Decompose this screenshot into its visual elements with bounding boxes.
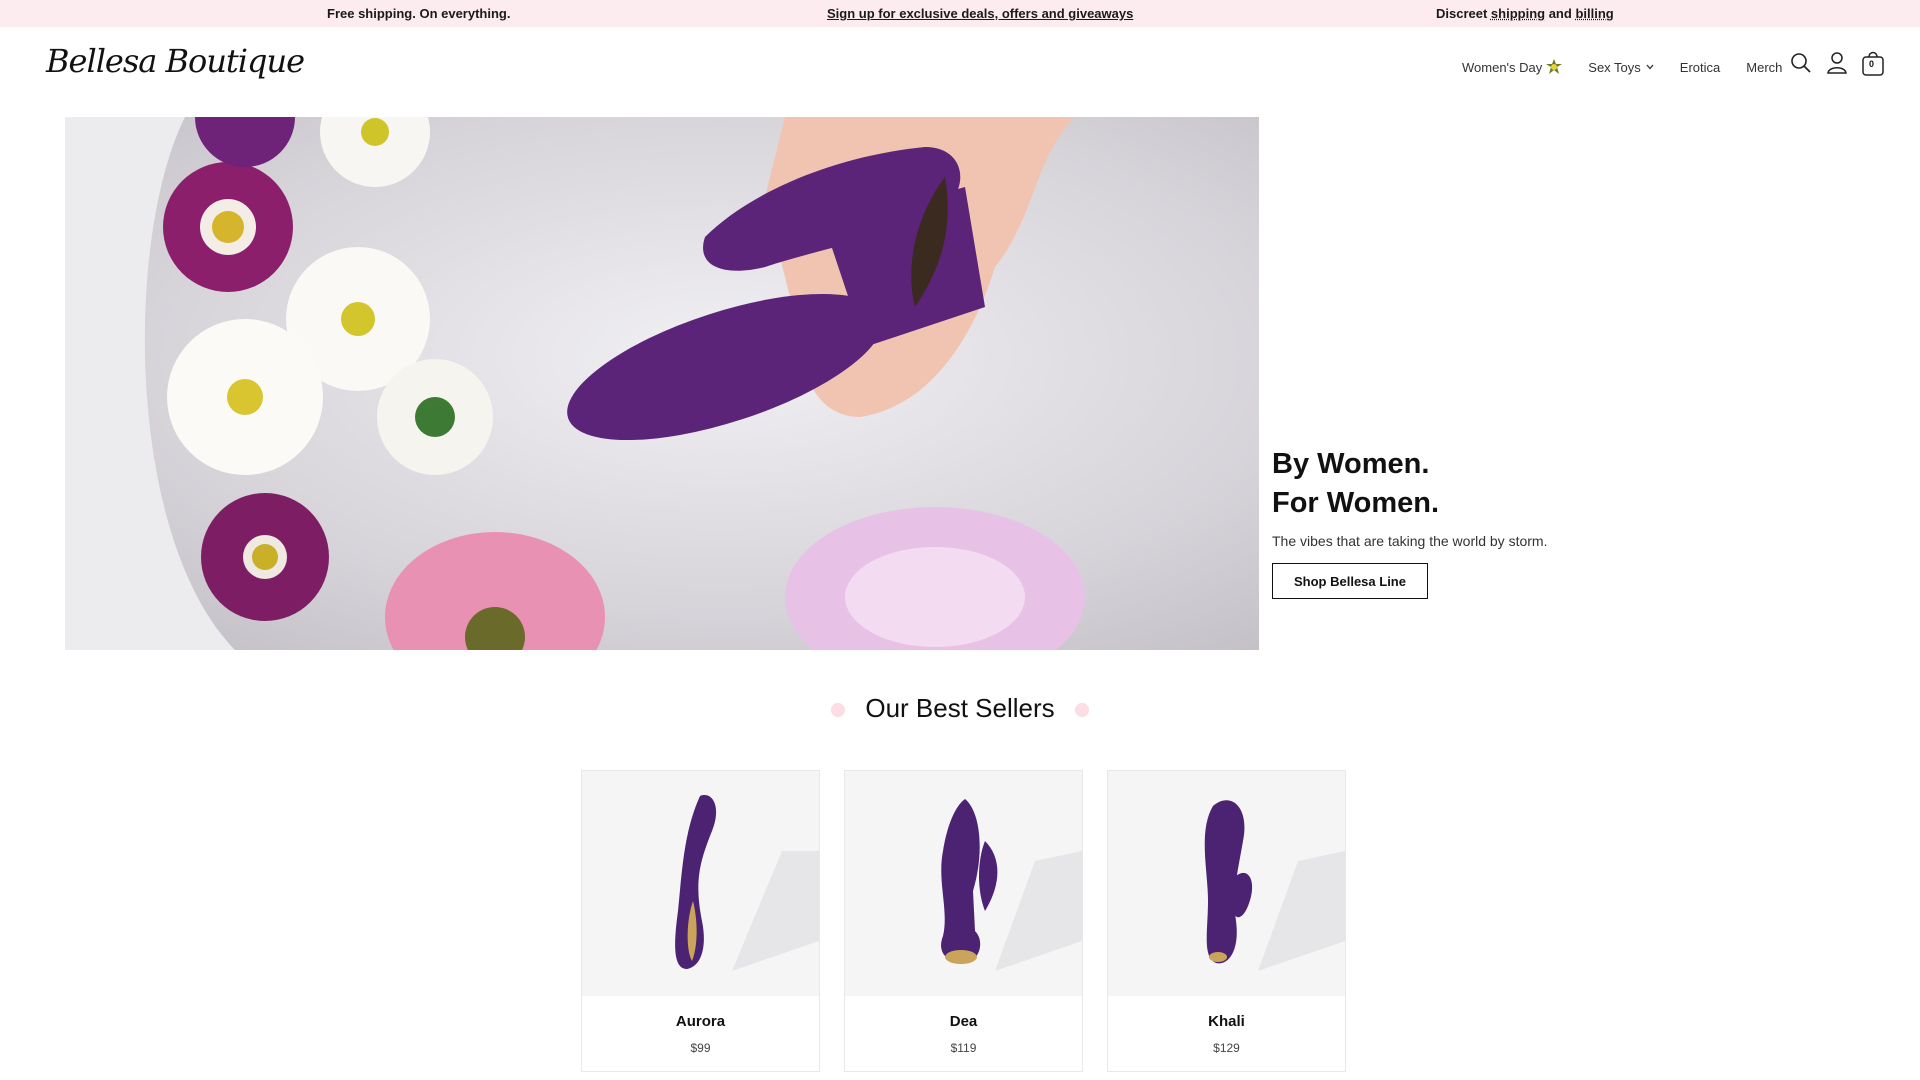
nav-sex-toys[interactable]: Sex Toys [1588,60,1654,75]
free-shipping-text: Free shipping. On everything. [327,6,511,21]
hero-photo [65,117,1259,650]
logo[interactable]: Bellesa Boutique [46,42,305,80]
product-aurora-image [675,795,819,971]
product-dea-image [941,799,1082,971]
product-image[interactable] [582,771,819,996]
billing-link[interactable]: billing [1575,6,1613,21]
pink-dot-right [1074,703,1089,718]
nav-sex-toys-label: Sex Toys [1588,59,1641,75]
discreet-label: Discreet [1436,6,1491,21]
hero-image[interactable] [65,117,1259,650]
nav-womens-day[interactable]: Women's Day [1462,59,1563,75]
site-header: Bellesa Boutique Women's Day Sex Toys Er… [0,27,1920,112]
header-icons: 0 [1788,49,1896,77]
product-card[interactable]: Khali $129 [1107,770,1346,1072]
cart-button[interactable]: 0 [1860,49,1886,77]
shipping-link[interactable]: shipping [1491,6,1545,21]
pink-dot-left [831,703,846,718]
nav-merch[interactable]: Merch [1746,60,1782,75]
hero-text: By Women. For Women. The vibes that are … [1272,445,1672,599]
hero-subtitle: The vibes that are taking the world by s… [1272,533,1548,549]
best-sellers-heading: Our Best Sellers [0,693,1920,724]
and-label: and [1545,6,1576,21]
main-nav: Women's Day Sex Toys Erotica Merch [1462,59,1808,75]
product-price: $119 [950,1041,977,1055]
cart-count: 0 [1869,59,1875,69]
nav-merch-label: Merch [1746,59,1783,75]
hero-title-line1: By Women. [1272,448,1430,480]
product-image[interactable] [1108,771,1345,996]
user-icon [1827,52,1847,74]
hero-title-line2: For Women. [1272,487,1440,519]
product-list: Aurora $99 Dea $119 Khali $129 [581,770,1370,1072]
search-icon [1791,53,1811,73]
product-khali-image [1204,800,1345,971]
nav-erotica-label: Erotica [1679,59,1721,75]
product-card[interactable]: Aurora $99 [581,770,820,1072]
discreet-shipping-text: Discreet shipping and billing [1436,6,1614,21]
product-price: $99 [690,1041,711,1055]
signup-link[interactable]: Sign up for exclusive deals, offers and … [827,6,1133,21]
product-name[interactable]: Dea [845,1013,1082,1030]
shop-bellesa-line-button[interactable]: Shop Bellesa Line [1272,563,1428,599]
product-name[interactable]: Khali [1108,1013,1345,1030]
product-image[interactable] [845,771,1082,996]
account-button[interactable] [1824,49,1850,77]
announcement-bar: Free shipping. On everything. Sign up fo… [0,0,1920,27]
hero-title: By Women. For Women. [1272,445,1672,523]
search-button[interactable] [1788,49,1814,77]
best-sellers-title: Our Best Sellers [865,693,1055,723]
product-name[interactable]: Aurora [582,1013,819,1030]
product-card[interactable]: Dea $119 [844,770,1083,1072]
product-price: $129 [1213,1041,1240,1055]
star-burst-icon [1546,59,1563,74]
nav-erotica[interactable]: Erotica [1680,60,1720,75]
nav-womens-day-label: Women's Day [1462,59,1543,75]
chevron-down-icon [1646,64,1654,70]
